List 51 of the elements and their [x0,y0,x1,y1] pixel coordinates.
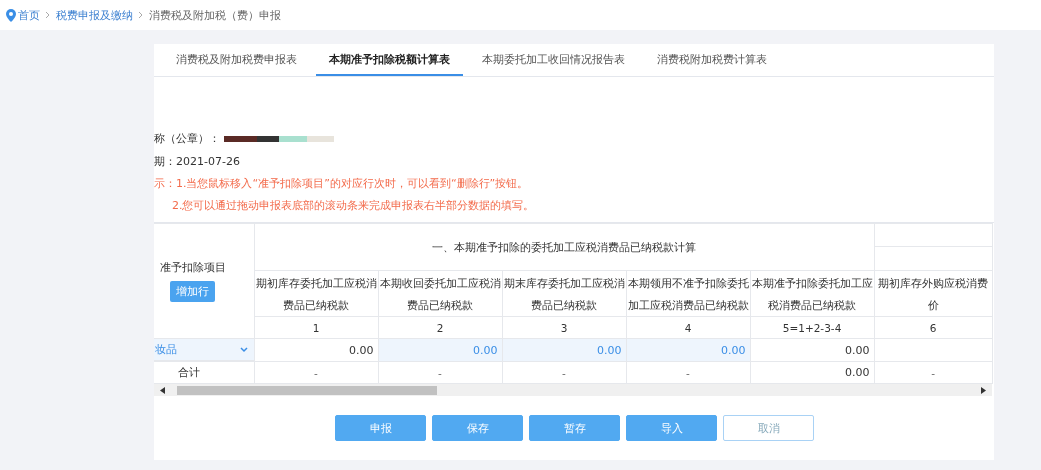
tab[interactable]: 消费税附加税费计算表 [644,44,780,76]
action-button[interactable]: 申报 [335,415,426,441]
column-index: 6 [874,316,993,339]
table-cell: - [254,361,378,384]
column-index: 2 [378,316,502,339]
table-cell: 0.00 [750,361,875,384]
chevron-icon [45,11,51,19]
hint-text: 示：1.当您鼠标移入“准予扣除项目”的对应行次时，可以看到“删除行”按钮。 [154,176,530,192]
scroll-right-arrow-icon[interactable] [981,386,986,394]
table-cell: - [378,361,502,384]
column-header: 期初库存委托加工应税消费品已纳税款 [254,270,378,317]
tab[interactable]: 本期准予扣除税额计算表 [316,44,463,76]
column-header: 本期收回委托加工应税消费品已纳税款 [378,270,502,317]
table-cell: - [502,361,626,384]
table-cell: 0.00 [254,338,378,362]
column-index: 1 [254,316,378,339]
date-text: 期：2021-07-26 [154,154,241,170]
action-button[interactable]: 导入 [626,415,717,441]
column-header: 期末库存委托加工应税消费品已纳税款 [502,270,626,317]
column-header: 一、本期准予扣除的委托加工应税消费品已纳税款计算 [254,223,875,271]
action-button[interactable]: 保存 [432,415,523,441]
column-header: 本期准予扣除委托加工应税消费品已纳税款 [750,270,875,317]
location-pin-icon [6,8,16,22]
column-header: 期初库存外购应税消费价 [874,270,993,317]
action-button[interactable]: 取消 [723,415,814,441]
chevron-icon [138,11,144,19]
column-header: 本期领用不准予扣除委托加工应税消费品已纳税款 [626,270,750,317]
table-cell: - [626,361,750,384]
total-label: 合计 [154,361,254,384]
breadcrumb-link[interactable]: 税费申报及缴纳 [56,7,133,23]
hint-text: 2.您可以通过拖动申报表底部的滚动条来完成申报表右半部分数据的填写。 [171,198,536,214]
column-index: 3 [502,316,626,339]
input-field[interactable]: 0.00 [502,338,626,362]
item-select[interactable]: 妆品 [154,339,254,361]
input-field[interactable]: 0.00 [626,338,750,362]
table-cell: 0.00 [750,338,875,362]
scroll-left-arrow-icon[interactable] [160,386,165,394]
horizontal-scrollbar[interactable] [154,384,992,396]
column-index: 5=1+2-3-4 [750,316,875,339]
column-header: 准予扣除项目 [160,260,227,275]
tab[interactable]: 消费税及附加税费申报表 [163,44,310,76]
table-cell: - [874,361,993,384]
breadcrumb-link[interactable]: 首页 [18,7,40,23]
column-index: 4 [626,316,750,339]
breadcrumb-current: 消费税及附加税（费）申报 [149,7,281,23]
tab[interactable]: 本期委托加工收回情况报告表 [469,44,638,76]
add-row-button[interactable]: 增加行 [170,280,215,302]
chevron-down-icon [239,346,248,353]
input-field[interactable]: 0.00 [378,338,502,362]
action-button[interactable]: 暂存 [529,415,620,441]
name-label: 称（公章）： [154,131,220,146]
